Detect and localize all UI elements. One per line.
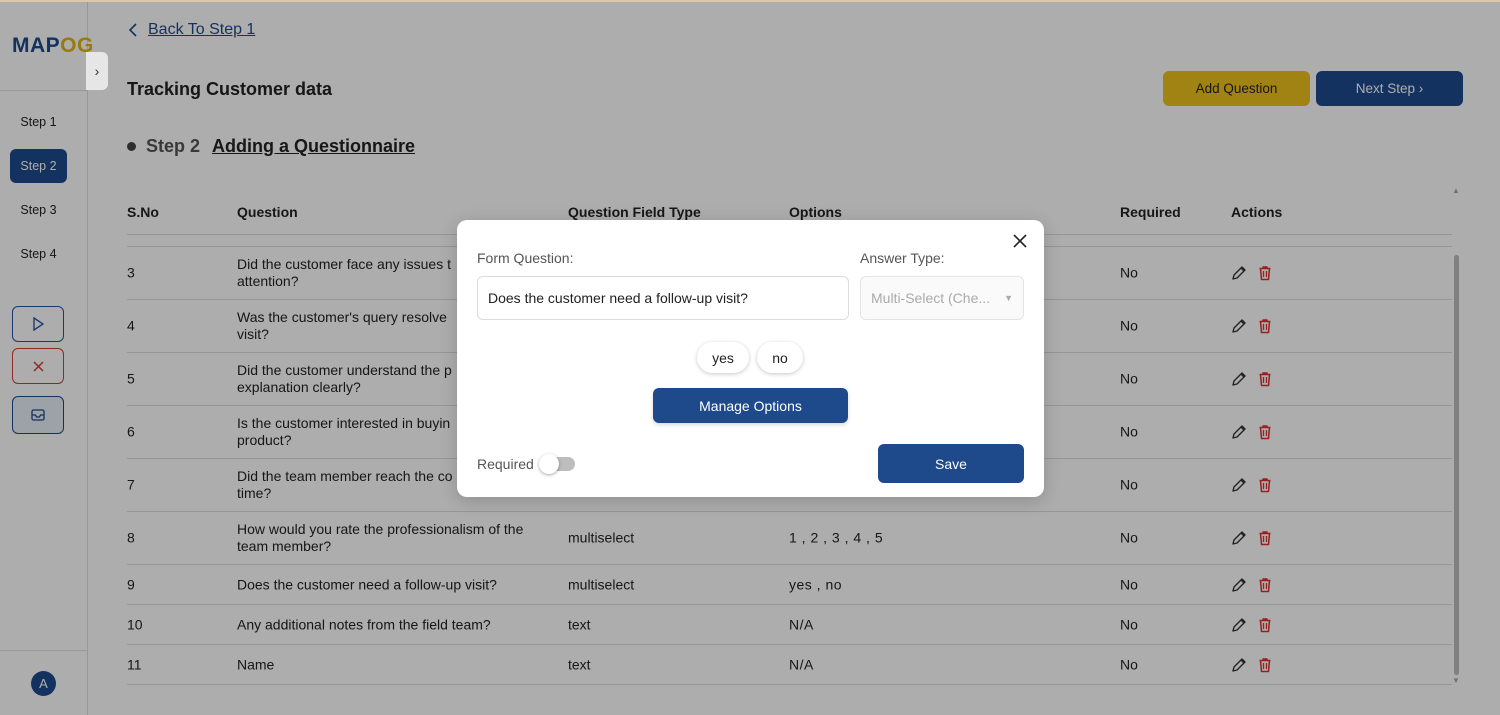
caret-down-icon: ▼ xyxy=(1004,293,1013,303)
answer-type-label: Answer Type: xyxy=(860,250,945,266)
option-chip-no[interactable]: no xyxy=(757,342,803,373)
form-question-label: Form Question: xyxy=(477,250,574,266)
edit-question-modal: Form Question: Answer Type: Multi-Select… xyxy=(457,220,1044,497)
chevron-right-icon: › xyxy=(94,63,100,79)
toggle-knob xyxy=(539,454,559,474)
close-modal-button[interactable] xyxy=(1013,232,1027,252)
answer-type-value: Multi-Select (Che... xyxy=(871,290,991,306)
save-button[interactable]: Save xyxy=(878,444,1024,483)
top-accent-bar xyxy=(0,0,1500,2)
manage-options-button[interactable]: Manage Options xyxy=(653,388,848,423)
required-label: Required xyxy=(477,456,534,472)
option-chip-yes[interactable]: yes xyxy=(697,342,749,373)
close-icon xyxy=(1013,234,1027,248)
required-toggle[interactable] xyxy=(539,454,575,474)
sidebar-collapse-button[interactable]: › xyxy=(86,52,108,90)
form-question-input[interactable] xyxy=(477,276,849,320)
answer-type-select[interactable]: Multi-Select (Che... ▼ xyxy=(860,276,1024,320)
